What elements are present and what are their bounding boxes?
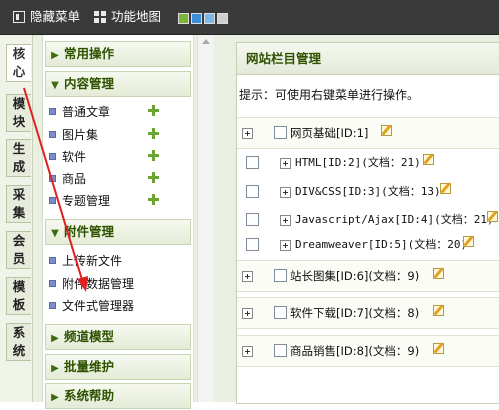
annotation-arrow-line: [23, 87, 84, 284]
annotation-arrowhead: [77, 276, 88, 292]
annotation-arrow: [23, 87, 88, 292]
